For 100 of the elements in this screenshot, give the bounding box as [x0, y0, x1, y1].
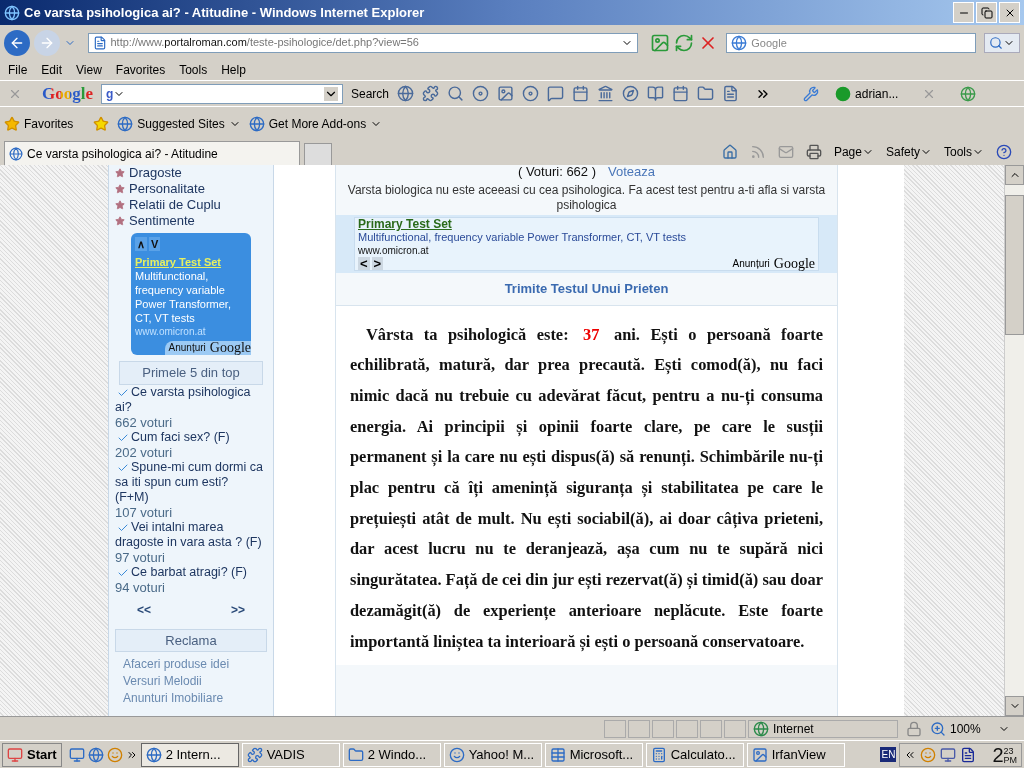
taskbar-button[interactable]: Yahoo! M...	[443, 742, 542, 767]
google-wordmark: Google	[209, 341, 251, 355]
ads-label: Anunțuri	[168, 341, 206, 355]
menu-item[interactable]: Help	[221, 61, 246, 79]
dropdown-icon[interactable]	[324, 86, 338, 101]
disc-icon[interactable]	[472, 85, 490, 102]
spreadsheet-icon	[549, 746, 566, 763]
taskbar-button[interactable]: Microsoft...	[544, 742, 643, 767]
taskbar-button[interactable]: 2 Intern...	[140, 742, 239, 767]
previous-link[interactable]: <<	[137, 600, 151, 619]
menu-item[interactable]: View	[76, 61, 102, 79]
category-link[interactable]: Sentimente	[129, 213, 195, 229]
favorites-button[interactable]: Favorites	[4, 114, 74, 133]
picture-icon[interactable]	[497, 85, 515, 102]
taskbar-button[interactable]: VADIS	[241, 742, 340, 767]
zoom-icon[interactable]	[930, 720, 946, 737]
ad-nav-button[interactable]: >	[371, 257, 384, 270]
taskbar-button[interactable]: IrfanView	[746, 742, 845, 767]
globe-icon	[753, 720, 769, 737]
folder-icon[interactable]	[697, 85, 715, 102]
command-menu[interactable]: Tools	[944, 143, 984, 161]
category-link[interactable]: Dragoste	[129, 165, 182, 181]
home-icon[interactable]	[721, 144, 738, 160]
browser-icon[interactable]	[87, 746, 104, 763]
google-search-field[interactable]: g	[101, 83, 343, 104]
menu-item[interactable]: Favorites	[115, 61, 166, 79]
command-menu[interactable]: Safety	[885, 143, 932, 161]
browser-icon	[9, 146, 23, 161]
compatibility-icon[interactable]	[650, 32, 671, 53]
send-to-friend-link[interactable]: Trimite Testul Unui Prieten	[504, 279, 669, 299]
search-button[interactable]	[984, 32, 1020, 53]
globe-icon[interactable]	[960, 85, 977, 102]
top-test-link[interactable]: Vei intalni marea dragoste in vara asta ? (F)	[115, 519, 263, 550]
next-link[interactable]: >>	[231, 600, 245, 619]
browser-icon	[117, 115, 134, 132]
feed-icon[interactable]	[749, 144, 766, 160]
status-pane	[652, 719, 674, 738]
scroll-down-button[interactable]	[1005, 696, 1024, 716]
building-icon[interactable]	[597, 85, 615, 102]
account-button[interactable]: adrian...	[835, 84, 899, 103]
refresh-icon[interactable]	[674, 32, 695, 53]
search-icon[interactable]	[989, 35, 1004, 50]
document-icon[interactable]	[960, 746, 977, 763]
search-box[interactable]: Google	[726, 32, 977, 53]
add-favorite-icon[interactable]	[93, 115, 110, 132]
top-test-link[interactable]: Ce barbat atragi? (F)	[115, 564, 263, 580]
new-tab-button[interactable]	[304, 143, 332, 165]
favorites-link[interactable]: Suggested Sites	[117, 114, 241, 133]
ad-nav-button[interactable]: V	[149, 237, 161, 251]
menu-item[interactable]: Edit	[41, 61, 63, 79]
top-test-link[interactable]: Cum faci sex? (F)	[115, 429, 263, 445]
google-wordmark: Google	[773, 257, 815, 270]
magnifier-icon[interactable]	[447, 85, 465, 102]
vertical-scrollbar[interactable]	[1004, 165, 1024, 716]
browser-tab[interactable]: Ce varsta psihologica ai? - Atitudine	[4, 141, 300, 165]
window-title: Ce varsta psihologica ai? - Atitudine - Windows Internet Explorer	[24, 3, 425, 22]
zoom-button[interactable]: 100%	[930, 719, 1010, 738]
ad-title[interactable]: Primary Test Set	[358, 218, 815, 231]
help-icon[interactable]	[996, 144, 1012, 160]
cd-icon[interactable]	[522, 85, 540, 102]
top-test-link[interactable]: Spune-mi cum dormi ca sa iti spun cum esti? (F+M)	[115, 459, 263, 505]
puzzle-icon[interactable]	[422, 85, 440, 102]
ad-url[interactable]: www.omicron.at	[358, 244, 815, 257]
online-status-icon	[835, 85, 852, 102]
scroll-up-button[interactable]	[1005, 165, 1024, 185]
star-icon	[115, 216, 125, 226]
favorites-link[interactable]: Get More Add-ons	[248, 114, 383, 133]
language-indicator[interactable]: EN	[880, 747, 897, 762]
category-link[interactable]: Personalitate	[129, 181, 205, 197]
lock-icon[interactable]	[906, 720, 922, 737]
wrench-icon[interactable]	[803, 85, 820, 102]
mail-icon[interactable]	[777, 144, 794, 160]
globe-icon[interactable]	[397, 85, 415, 102]
ad-nav-button[interactable]: <	[358, 257, 370, 270]
print-icon[interactable]	[805, 144, 822, 160]
search-button[interactable]: Search	[351, 84, 390, 103]
network-icon[interactable]	[940, 746, 957, 763]
vote-link[interactable]: Voteaza	[608, 165, 655, 179]
ad-nav-button[interactable]: ∧	[135, 237, 147, 251]
compass-icon[interactable]	[622, 85, 640, 102]
taskbar-button[interactable]: 2 Windo...	[342, 742, 441, 767]
menu-item[interactable]: Tools	[179, 61, 208, 79]
show-desktop-icon[interactable]	[68, 746, 85, 763]
browser-icon	[4, 4, 20, 21]
address-field[interactable]: http://www.portalroman.com/teste-psihologice/det.php?view=56	[87, 32, 639, 53]
note-icon[interactable]	[722, 85, 740, 102]
start-button[interactable]: Start	[2, 742, 62, 767]
menu-item[interactable]: File	[8, 61, 28, 79]
search-field[interactable]: Google	[751, 33, 972, 52]
security-zone: Internet	[773, 720, 814, 738]
vote-count: 107 voturi	[115, 504, 174, 520]
back-button[interactable]	[4, 29, 30, 56]
top-test-link[interactable]: Ce varsta psihologica ai?	[115, 384, 263, 415]
calendar-icon[interactable]	[672, 85, 690, 102]
scroll-thumb[interactable]	[1005, 195, 1024, 335]
taskbar-button[interactable]: Calculato...	[645, 742, 744, 767]
category-link[interactable]: Relatii de Cuplu	[129, 197, 221, 213]
chat-icon[interactable]	[547, 85, 565, 102]
command-menu[interactable]: Page	[833, 143, 874, 161]
book-icon[interactable]	[647, 85, 665, 102]
